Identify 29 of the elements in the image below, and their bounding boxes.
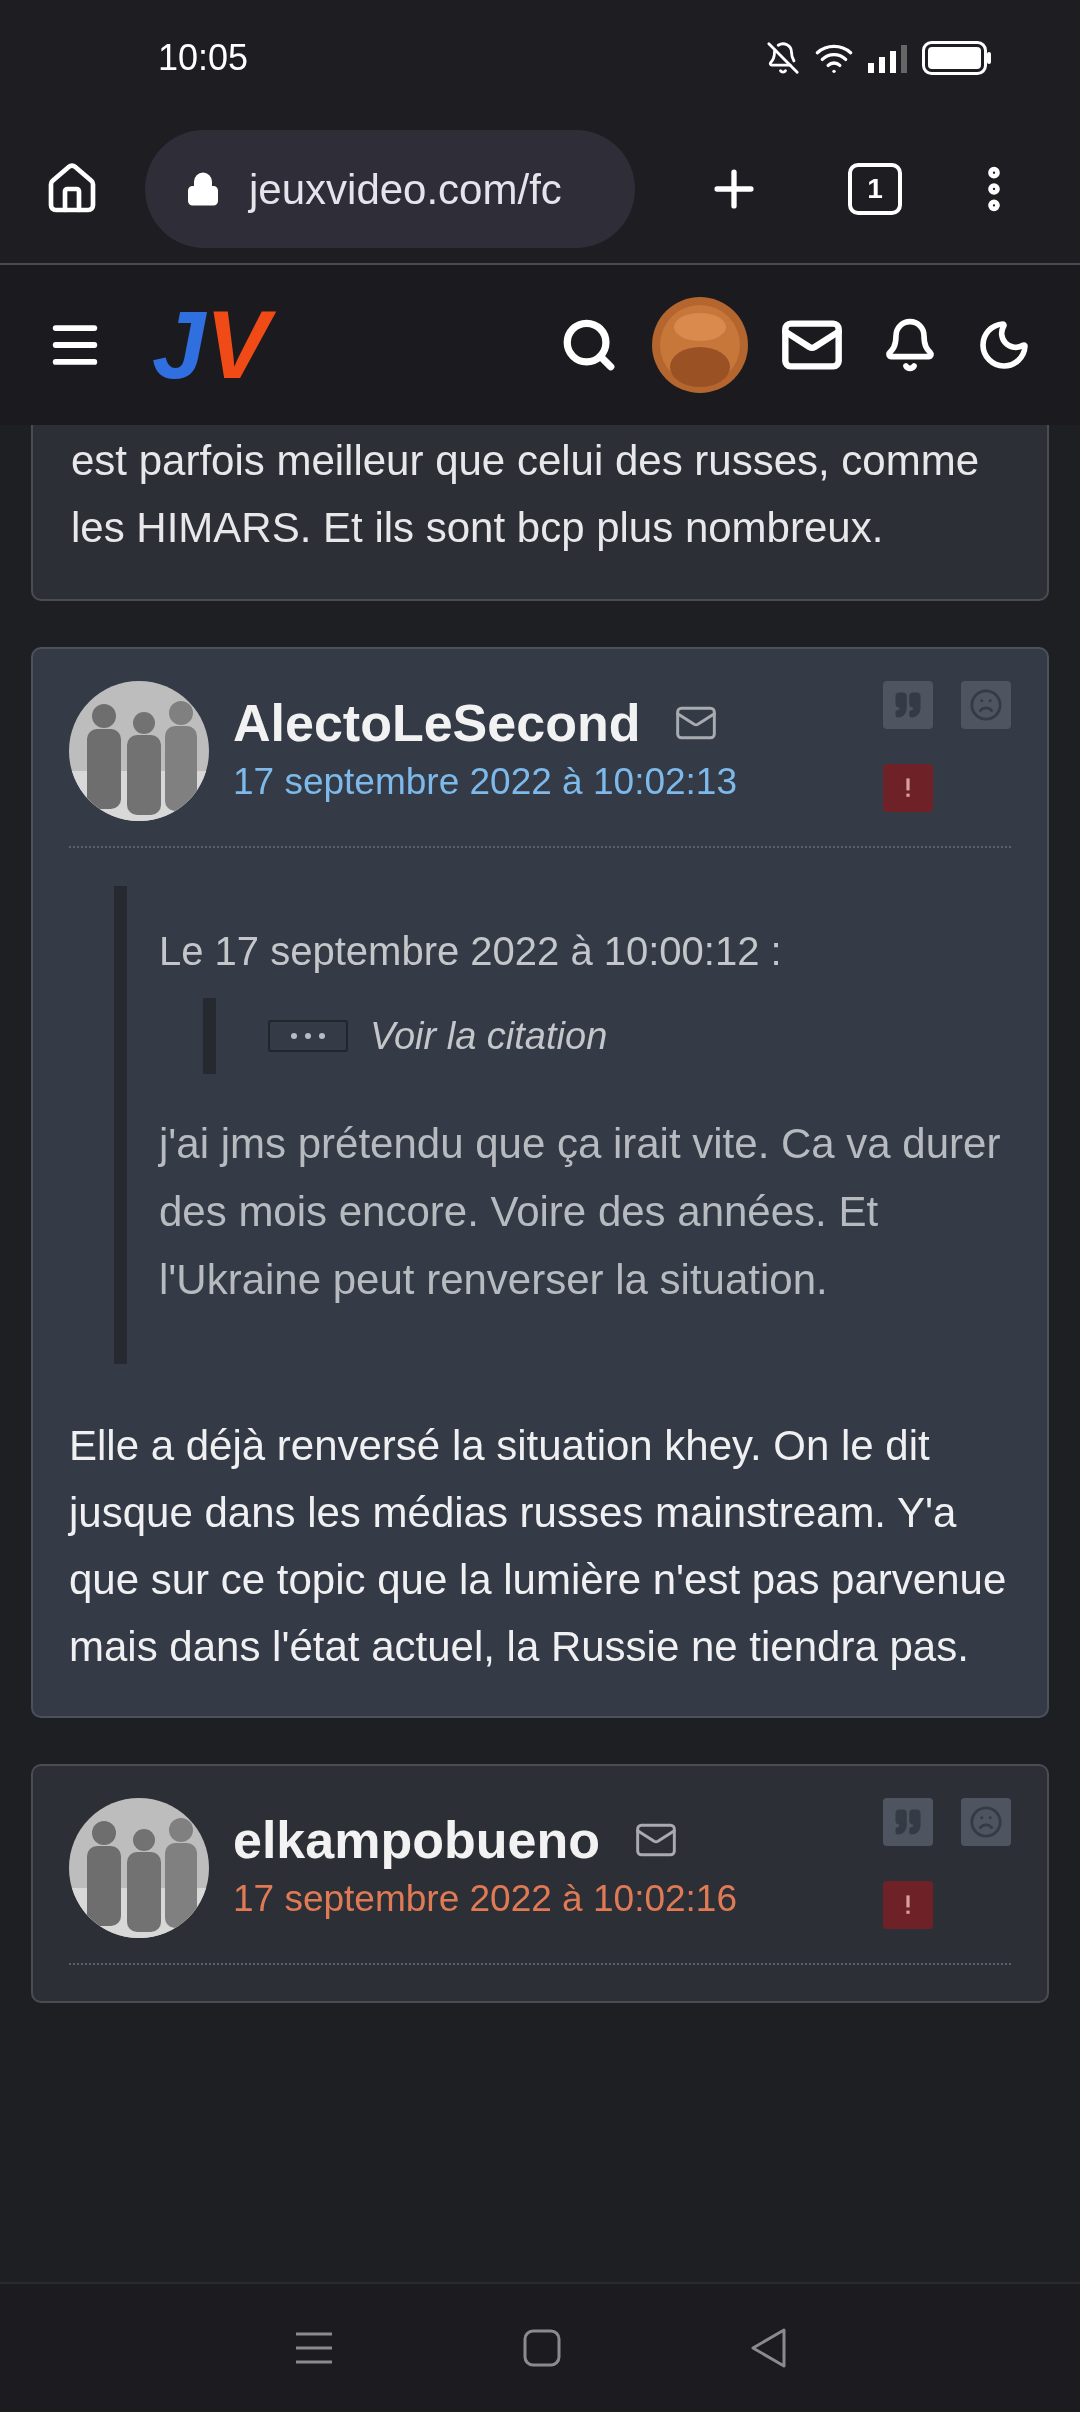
tab-count-button[interactable]: 1 — [848, 163, 902, 215]
author-name[interactable]: AlectoLeSecond — [233, 691, 641, 755]
recents-button[interactable] — [294, 2331, 335, 2365]
status-time: 10:05 — [158, 35, 249, 80]
signal-icon — [868, 42, 908, 73]
report-button[interactable] — [883, 1881, 933, 1929]
back-button[interactable] — [749, 2328, 786, 2368]
url-field[interactable]: jeuxvideo.com/fc — [145, 130, 635, 248]
sad-face-icon — [969, 1805, 1003, 1839]
lock-icon — [185, 171, 221, 207]
site-logo[interactable]: JV — [148, 290, 286, 400]
quote-text: j'ai jms prétendu que ça irait vite. Ca va durer des mois encore. Voire des années. Et l'Ukraine peut renverser la situation. — [159, 1119, 1002, 1305]
expand-quote-button[interactable] — [268, 1020, 348, 1052]
exclamation-icon — [904, 1893, 912, 1917]
report-button[interactable] — [883, 764, 933, 812]
post-date[interactable]: 17 septembre 2022 à 10:02:13 — [233, 755, 883, 809]
post-date[interactable]: 17 septembre 2022 à 10:02:16 — [233, 1872, 883, 1926]
home-nav-button[interactable] — [523, 2329, 561, 2367]
mute-icon — [766, 40, 800, 75]
battery-icon — [922, 40, 992, 75]
post-text: est parfois meilleur que celui des russes, comme les HIMARS. Et ils sont bcp plus nombreux. — [71, 436, 981, 553]
author-name[interactable]: elkampobueno — [233, 1808, 600, 1872]
quote-icon — [893, 1807, 923, 1837]
post-text: Elle a déjà renversé la situation khey. On le dit jusque dans les médias russes mainstream. Y'a que sur ce topic que la lumière n'est pas parvenue mais dans l'état actuel, la Russie ne tiendra pas. — [69, 1421, 1008, 1672]
quote-icon — [893, 690, 923, 720]
exclamation-icon — [904, 776, 912, 800]
sad-face-icon — [969, 688, 1003, 722]
quote-header: Le 17 septembre 2022 à 10:00:12 : — [159, 928, 783, 975]
show-quote-link[interactable]: Voir la citation — [370, 1007, 608, 1065]
